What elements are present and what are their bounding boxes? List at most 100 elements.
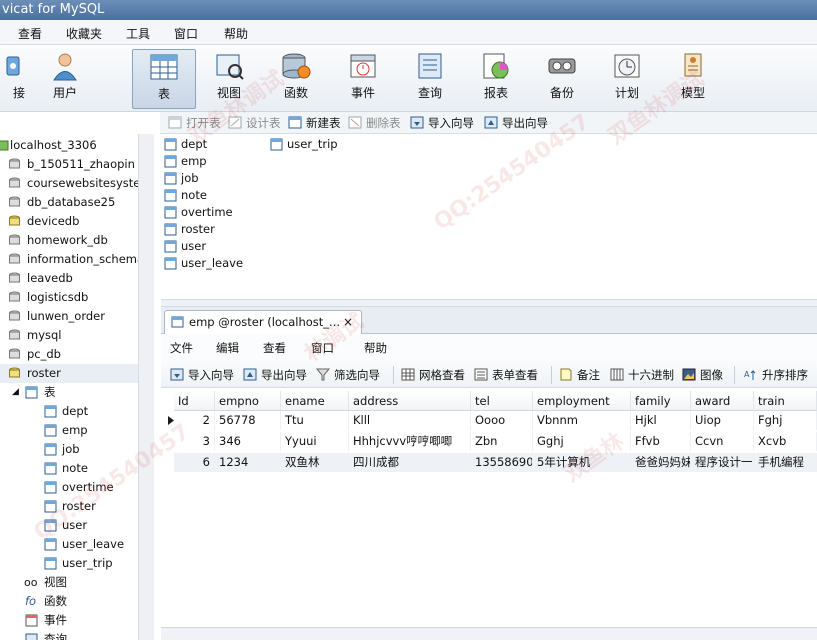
object-list-item[interactable]: user [163,238,206,255]
table-cell[interactable]: 1234 [215,453,281,472]
memo-icon [560,368,572,381]
hex-button[interactable]: 十六进制 [610,367,674,383]
image-button[interactable]: 图像 [682,367,723,383]
object-list-item[interactable]: job [163,170,199,187]
sort-ascending-button[interactable]: A 升序排序 [744,367,808,383]
toolbar-connection-button[interactable]: 接 [0,49,34,109]
toolbar-backup-button[interactable]: 备份 [533,49,591,109]
toolbar-report-button[interactable]: 报表 [467,49,525,109]
table-cell[interactable]: Ccvn [691,432,754,451]
table-cell[interactable]: 6 [174,453,215,472]
database-icon [9,253,20,264]
toolbar-function-button[interactable]: 函数 [267,49,325,109]
column-header-award[interactable]: award [691,391,754,411]
menu-tools[interactable]: 工具 [126,25,150,42]
object-list-item[interactable]: user_leave [163,255,243,272]
object-list-item[interactable]: roster [163,221,215,238]
database-icon [9,329,20,340]
object-list-item[interactable]: overtime [163,204,233,221]
column-header-employment[interactable]: employment [533,391,631,411]
toolbar-separator [734,366,735,384]
toolbar-schedule-button[interactable]: 计划 [598,49,656,109]
column-header-id[interactable]: Id [174,391,215,411]
table-cell[interactable]: 346 [215,432,281,451]
toolbar-query-button[interactable]: 查询 [401,49,459,109]
table-cell[interactable]: Ffvb [631,432,691,451]
table-cell[interactable]: 3 [174,432,215,451]
toolbar-user-button[interactable]: 用户 [36,49,94,109]
export-wizard-button[interactable]: 导出向导 [484,115,548,131]
column-header-family[interactable]: family [631,391,691,411]
table-cell[interactable]: 5年计算机 [533,453,631,472]
object-list-item[interactable]: dept [163,136,207,153]
delete-table-button[interactable]: 删除表 [348,115,401,131]
sidebar-scrollbar[interactable] [138,134,154,640]
table-cell[interactable]: Oooo [471,411,533,430]
table-cell[interactable]: Xcvb [754,432,817,451]
table-cell[interactable]: 四川成都 [349,453,471,472]
grid-import-wizard-button[interactable]: 导入向导 [170,367,234,383]
column-header-tel[interactable]: tel [471,391,533,411]
form-view-button[interactable]: 表单查看 [474,367,538,383]
toolbar-model-button[interactable]: 模型 [664,49,722,109]
import-wizard-button[interactable]: 导入向导 [410,115,474,131]
tree-database-selected[interactable]: roster [0,364,138,383]
table-cell[interactable]: Gghj [533,432,631,451]
menu-view[interactable]: 查看 [18,25,42,42]
table-icon [150,54,178,80]
table-cell[interactable]: Ttu [281,411,349,430]
table-cell[interactable]: Klll [349,411,471,430]
database-icon [9,272,20,283]
tab-emp-roster[interactable]: emp @roster (localhost_... × [164,310,362,335]
window-title: vicat for MySQL [2,2,105,17]
object-list-item[interactable]: note [163,187,207,204]
table-group-icon [25,386,38,399]
table-cell[interactable]: 手机编程 [754,453,817,472]
table-cell[interactable]: Fghj [754,411,817,430]
record-navigation-bar[interactable] [161,627,817,640]
backup-icon [548,58,576,74]
filter-wizard-button[interactable]: 筛选向导 [316,367,380,383]
toolbar-view-button[interactable]: 视图 [200,49,258,109]
close-tab-icon[interactable]: × [343,311,353,333]
table-cell[interactable]: 双鱼林 [281,453,349,472]
column-header-address[interactable]: address [349,391,471,411]
table-cell[interactable]: Yyuui [281,432,349,451]
tab-menu-view[interactable]: 查看 [263,340,286,356]
table-cell[interactable]: 56778 [215,411,281,430]
tab-menu-window[interactable]: 窗口 [311,340,334,356]
table-cell[interactable]: Vbnnm [533,411,631,430]
table-cell[interactable]: Hhhjcvvv哼哼唧唧 [349,432,471,451]
grid-export-wizard-button[interactable]: 导出向导 [243,367,307,383]
table-icon [164,240,177,253]
table-cell[interactable]: Hjkl [631,411,691,430]
table-cell[interactable]: 2 [174,411,215,430]
object-list-item[interactable]: user_trip [269,136,338,153]
column-header-empno[interactable]: empno [215,391,281,411]
memo-button[interactable]: 备注 [559,367,600,383]
table-cell[interactable]: Uiop [691,411,754,430]
toolbar-event-button[interactable]: 事件 [334,49,392,109]
table-cell[interactable]: 爸爸妈妈妹 [631,453,691,472]
toolbar-table-button[interactable]: 表 [132,49,196,109]
new-table-button[interactable]: 新建表 [288,115,341,131]
expand-arrow-icon[interactable]: ◢ [12,383,19,402]
tab-menu-file[interactable]: 文件 [170,340,193,356]
panel-splitter[interactable] [161,299,817,307]
grid-view-button[interactable]: 网格查看 [401,367,465,383]
tab-menu-edit[interactable]: 编辑 [216,340,239,356]
table-cell[interactable]: 13558690908 [471,453,533,472]
database-icon [9,310,20,321]
column-header-ename[interactable]: ename [281,391,349,411]
open-table-button[interactable]: 打开表 [168,115,221,131]
menu-favorites[interactable]: 收藏夹 [66,25,102,42]
table-cell[interactable]: 程序设计一等 [691,453,754,472]
design-table-button[interactable]: 设计表 [228,115,281,131]
connection-icon [0,140,9,151]
object-list-item[interactable]: emp [163,153,207,170]
menu-window[interactable]: 窗口 [174,25,198,42]
column-header-train[interactable]: train [754,391,817,411]
table-cell[interactable]: Zbn [471,432,533,451]
menu-help[interactable]: 帮助 [224,25,248,42]
tab-menu-help[interactable]: 帮助 [364,340,387,356]
